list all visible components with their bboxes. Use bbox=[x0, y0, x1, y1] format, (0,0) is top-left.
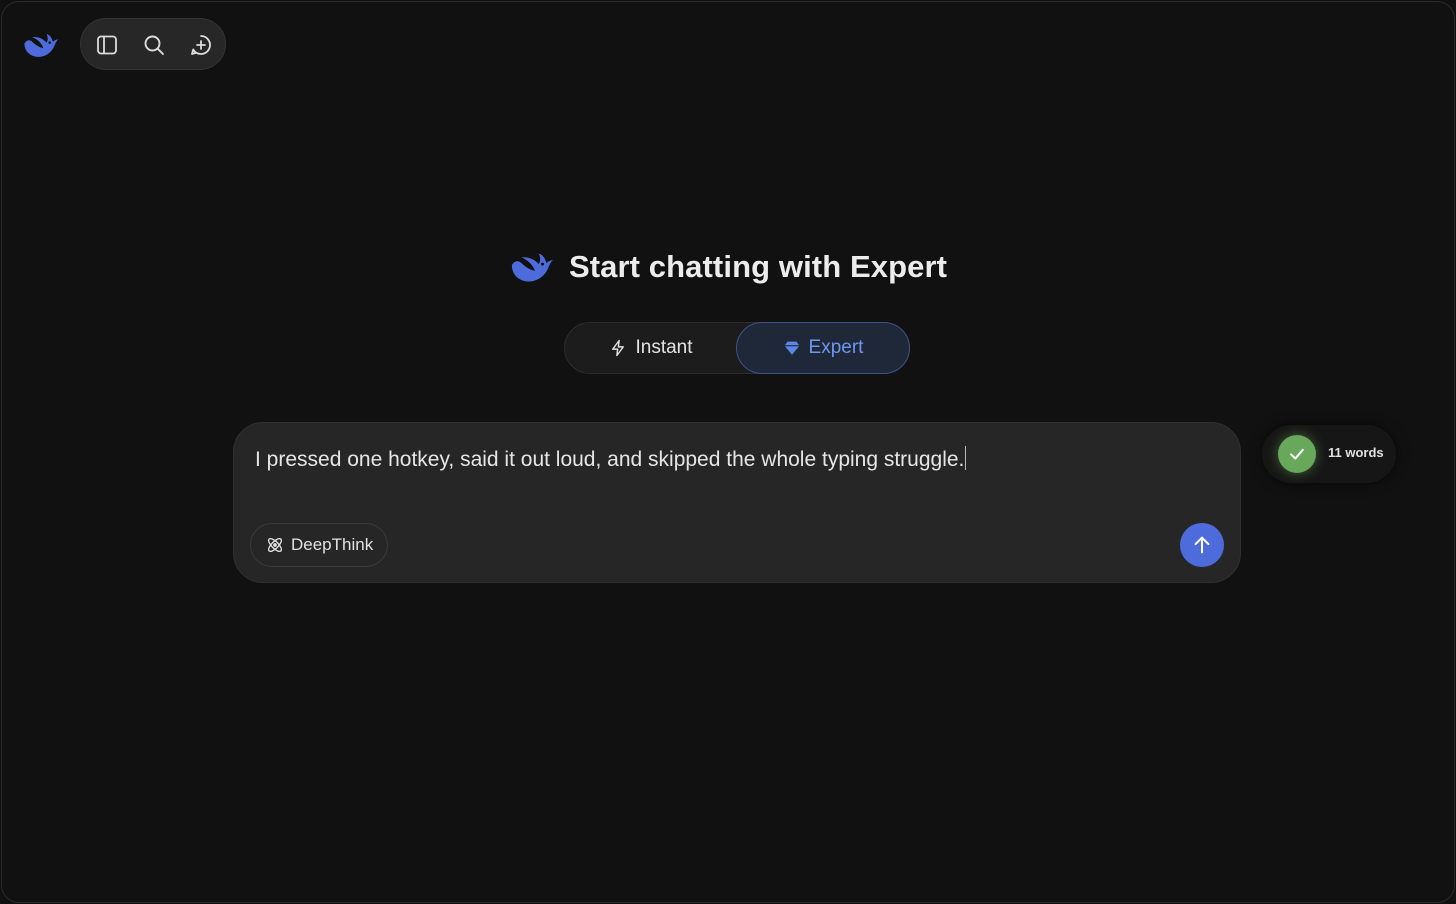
hero-heading: Start chatting with Expert bbox=[2, 248, 1454, 286]
search-icon bbox=[144, 35, 164, 55]
top-toolbar bbox=[80, 18, 226, 70]
whale-logo-icon[interactable] bbox=[22, 30, 60, 60]
page-title: Start chatting with Expert bbox=[568, 249, 948, 284]
search-button[interactable] bbox=[140, 31, 168, 59]
deepthink-label: DeepThink bbox=[291, 535, 374, 554]
mode-expert-label: Expert bbox=[808, 337, 864, 358]
mode-toggle: Instant Expert bbox=[564, 322, 910, 374]
checkmark-icon bbox=[1290, 448, 1304, 460]
sidebar-toggle-button[interactable] bbox=[93, 31, 121, 59]
mode-instant-label: Instant bbox=[635, 337, 693, 358]
word-count-label: 11 words bbox=[1328, 445, 1384, 460]
word-count-badge: 11 words bbox=[1262, 425, 1396, 483]
mode-expert-button[interactable]: Expert bbox=[736, 322, 910, 374]
new-chat-icon bbox=[191, 35, 211, 55]
send-button[interactable] bbox=[1180, 523, 1224, 567]
message-input-text: I pressed one hotkey, said it out loud, … bbox=[255, 448, 965, 471]
sidebar-toggle-icon bbox=[97, 35, 117, 55]
app-window: Start chatting with Expert Instant Exper… bbox=[1, 1, 1455, 903]
text-caret bbox=[965, 446, 967, 470]
whale-logo-icon bbox=[511, 253, 554, 282]
new-chat-button[interactable] bbox=[187, 31, 215, 59]
mode-instant-button[interactable]: Instant bbox=[565, 322, 737, 374]
lightning-icon bbox=[612, 339, 625, 357]
deepthink-button[interactable]: DeepThink bbox=[250, 523, 389, 567]
message-composer: I pressed one hotkey, said it out loud, … bbox=[233, 422, 1241, 583]
atom-icon bbox=[267, 537, 283, 553]
arrow-up-icon bbox=[1194, 536, 1210, 554]
success-badge bbox=[1278, 435, 1316, 473]
diamond-icon bbox=[784, 341, 800, 355]
message-input[interactable]: I pressed one hotkey, said it out loud, … bbox=[255, 445, 1215, 475]
